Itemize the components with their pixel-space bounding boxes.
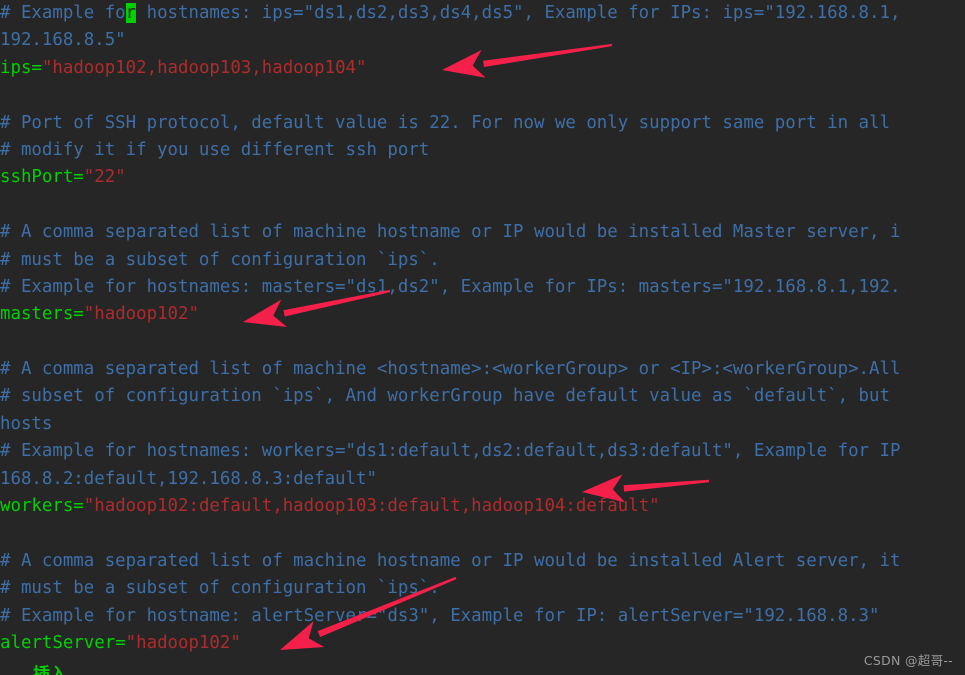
code-line[interactable]: # must be a subset of configuration `ips… — [0, 247, 965, 274]
config-key: workers — [0, 496, 74, 517]
code-line[interactable]: # A comma separated list of machine host… — [0, 548, 965, 575]
config-value: "hadoop102" — [83, 304, 199, 325]
assign-operator: = — [115, 632, 126, 653]
config-value: "22" — [83, 167, 126, 188]
code-line[interactable]: # Port of SSH protocol, default value is… — [0, 110, 965, 137]
assign-operator: = — [73, 167, 84, 188]
code-line[interactable]: workers="hadoop102:default,hadoop103:def… — [0, 493, 965, 520]
code-line-blank[interactable] — [0, 520, 965, 547]
comment-text: # subset of configuration `ips`, And wor… — [0, 386, 890, 407]
comment-text: # Example for hostnames: workers="ds1:de… — [0, 441, 901, 462]
comment-text: # Example for hostname: alertServer="ds3… — [0, 605, 880, 626]
comment-text: # modify it if you use different ssh por… — [0, 139, 430, 160]
config-key: sshPort — [0, 167, 74, 188]
assign-operator: = — [73, 304, 84, 325]
comment-text: # Example fo — [0, 3, 126, 23]
comment-text: # A comma separated list of machine host… — [0, 222, 901, 243]
vim-mode-indicator: 插入 — [33, 665, 67, 675]
code-line[interactable]: # A comma separated list of machine host… — [0, 219, 965, 246]
code-line[interactable]: 168.8.2:default,192.168.8.3:default" — [0, 466, 965, 493]
code-line[interactable]: # modify it if you use different ssh por… — [0, 137, 965, 164]
code-line[interactable]: masters="hadoop102" — [0, 301, 965, 328]
code-line[interactable]: hosts — [0, 411, 965, 438]
code-line-blank[interactable] — [0, 82, 965, 109]
config-key: alertServer — [0, 632, 116, 653]
comment-text: # must be a subset of configuration `ips… — [0, 578, 440, 599]
csdn-watermark: CSDN @超哥-- — [863, 653, 953, 668]
comment-text: hosts — [0, 413, 53, 434]
comment-text: hostnames: ips="ds1,ds2,ds3,ds4,ds5", Ex… — [136, 3, 901, 23]
assign-operator: = — [73, 496, 84, 517]
comment-text: 192.168.8.5" — [0, 30, 126, 51]
code-line[interactable]: alertServer="hadoop102" — [0, 630, 965, 657]
config-value: "hadoop102" — [125, 632, 241, 653]
comment-text: # must be a subset of configuration `ips… — [0, 249, 440, 270]
code-line-blank[interactable] — [0, 192, 965, 219]
comment-text: # Port of SSH protocol, default value is… — [0, 112, 890, 133]
text-cursor: r — [125, 3, 137, 23]
code-line[interactable]: # must be a subset of configuration `ips… — [0, 575, 965, 602]
code-line[interactable]: # Example for hostnames: ips="ds1,ds2,ds… — [0, 0, 965, 27]
code-line[interactable]: sshPort="22" — [0, 164, 965, 191]
comment-text: # A comma separated list of machine <hos… — [0, 359, 901, 380]
code-line[interactable]: # Example for hostname: alertServer="ds3… — [0, 603, 965, 630]
config-value: "hadoop102:default,hadoop103:default,had… — [83, 496, 660, 517]
config-value: "hadoop102,hadoop103,hadoop104" — [41, 57, 367, 78]
code-line[interactable]: ips="hadoop102,hadoop103,hadoop104" — [0, 55, 965, 82]
code-line[interactable]: 192.168.8.5" — [0, 27, 965, 54]
comment-text: # A comma separated list of machine host… — [0, 550, 901, 571]
code-line-blank[interactable] — [0, 329, 965, 356]
assign-operator: = — [31, 57, 42, 78]
code-line[interactable]: # Example for hostnames: workers="ds1:de… — [0, 438, 965, 465]
code-line[interactable]: # A comma separated list of machine <hos… — [0, 356, 965, 383]
config-key: masters — [0, 304, 74, 325]
comment-text: # Example for hostnames: masters="ds1,ds… — [0, 276, 901, 297]
code-line[interactable]: # Example for hostnames: masters="ds1,ds… — [0, 274, 965, 301]
terminal-editor-screen: # Example for hostnames: ips="ds1,ds2,ds… — [0, 0, 965, 675]
code-line[interactable]: # subset of configuration `ips`, And wor… — [0, 383, 965, 410]
comment-text: 168.8.2:default,192.168.8.3:default" — [0, 468, 377, 489]
code-content[interactable]: # Example for hostnames: ips="ds1,ds2,ds… — [0, 0, 965, 657]
config-key: ips — [0, 57, 32, 78]
